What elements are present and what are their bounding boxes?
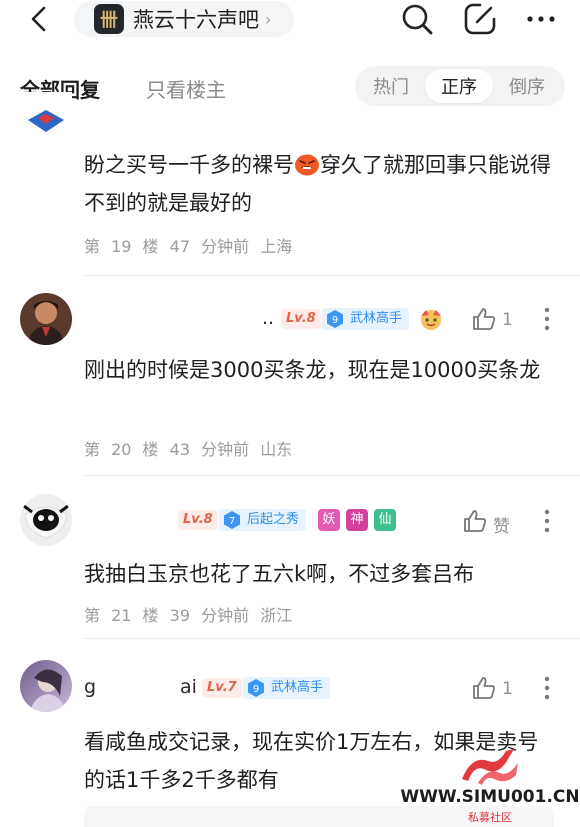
thumbs-up-icon[interactable]: [471, 306, 497, 332]
reply-content: 刚出的时候是3000买条龙，现在是10000买条龙: [84, 358, 541, 382]
forum-entry-pill[interactable]: 卌 燕云十六声吧 ›: [74, 1, 294, 37]
reply-content: 我抽白玉京也花了五六k啊，不过多套吕布: [84, 562, 475, 586]
reply-content: 盼之买号一千多的裸号 穿久了就那回事只能说得不到的就是最好的: [84, 146, 554, 222]
more-vertical-icon[interactable]: [542, 675, 552, 701]
back-arrow-icon[interactable]: [24, 4, 56, 34]
username[interactable]: g: [84, 676, 96, 698]
badge-yao: 妖: [318, 509, 340, 531]
sort-descending[interactable]: 倒序: [493, 69, 561, 103]
divider: [84, 475, 580, 476]
rank-title-text: 武林高手: [271, 680, 324, 695]
reply-text: 盼之买号一千多的裸号: [84, 153, 294, 177]
edit-post-icon[interactable]: [463, 2, 497, 36]
more-options-icon[interactable]: [524, 2, 558, 36]
username-tail: ai: [180, 676, 197, 698]
like-count: 1: [502, 679, 513, 699]
site-watermark: WWW.SIMU001.CN 私募社区: [400, 745, 580, 827]
like-count: 1: [502, 310, 513, 330]
post-location: 浙江: [260, 606, 293, 625]
forum-name: 燕云十六声吧: [133, 8, 259, 32]
tab-op-only[interactable]: 只看楼主: [146, 74, 226, 103]
rank-title-text: 后起之秀: [247, 512, 300, 527]
reply-meta: 第 21 楼 39 分钟前 浙江: [84, 602, 292, 626]
thumbs-up-icon[interactable]: [471, 675, 497, 701]
cute-face-emblem-icon: [421, 310, 441, 330]
post-time: 47 分钟前: [169, 237, 250, 256]
top-nav-bar: 卌 燕云十六声吧 ›: [0, 0, 580, 40]
level-badge: Lv.7: [202, 678, 242, 698]
rank-title-text: 武林高手: [350, 311, 403, 326]
more-vertical-icon[interactable]: [542, 508, 552, 534]
rank-title-badge: 9 武林高手: [322, 308, 410, 330]
forum-logo: 卌: [94, 4, 124, 34]
sort-ascending[interactable]: 正序: [425, 69, 493, 103]
avatar[interactable]: [20, 660, 72, 712]
hexagon-level-icon: 9: [248, 679, 264, 697]
more-vertical-icon[interactable]: [542, 306, 552, 332]
divider: [84, 275, 580, 276]
post-location: 山东: [260, 440, 293, 459]
rank-title-badge: 7 后起之秀: [219, 509, 307, 531]
badge-shen: 神: [346, 509, 368, 531]
svg-text:7: 7: [229, 516, 235, 527]
avatar[interactable]: [20, 494, 72, 546]
rank-title-badge: 9 武林高手: [243, 677, 331, 699]
thumbs-up-icon[interactable]: [462, 508, 488, 534]
angry-face-emoji-icon: [295, 154, 319, 176]
post-time: 43 分钟前: [169, 440, 250, 459]
hexagon-level-icon: 7: [224, 511, 240, 529]
hexagon-level-icon: 9: [327, 310, 343, 328]
badge-xian: 仙: [374, 509, 396, 531]
post-location: 上海: [260, 237, 293, 256]
sort-order-segmented-control: 热门 正序 倒序: [355, 66, 565, 106]
watermark-label: 私募社区: [468, 811, 512, 824]
level-badge: Lv.8: [281, 309, 321, 329]
username-tail: ..: [262, 307, 275, 329]
search-icon[interactable]: [400, 2, 434, 36]
divider: [84, 638, 580, 639]
svg-text:9: 9: [253, 684, 259, 695]
svg-text:9: 9: [332, 315, 338, 326]
post-time: 39 分钟前: [169, 606, 250, 625]
avatar[interactable]: [20, 293, 72, 345]
floor-number: 第 21 楼: [84, 606, 159, 625]
reply-meta: 第 19 楼 47 分钟前 上海: [84, 233, 292, 257]
sort-bar: 全部回复 只看楼主 热门 正序 倒序: [0, 62, 580, 112]
chevron-right-icon: ›: [265, 9, 272, 29]
avatar[interactable]: [20, 92, 72, 134]
floor-number: 第 19 楼: [84, 237, 159, 256]
floor-number: 第 20 楼: [84, 440, 159, 459]
sort-hot[interactable]: 热门: [357, 69, 425, 103]
reply-meta: 第 20 楼 43 分钟前 山东: [84, 436, 292, 460]
level-badge: Lv.8: [178, 510, 218, 530]
watermark-site: WWW.SIMU001.CN: [400, 787, 580, 807]
watermark-logo: [462, 749, 518, 785]
like-label[interactable]: 赞: [493, 512, 510, 537]
